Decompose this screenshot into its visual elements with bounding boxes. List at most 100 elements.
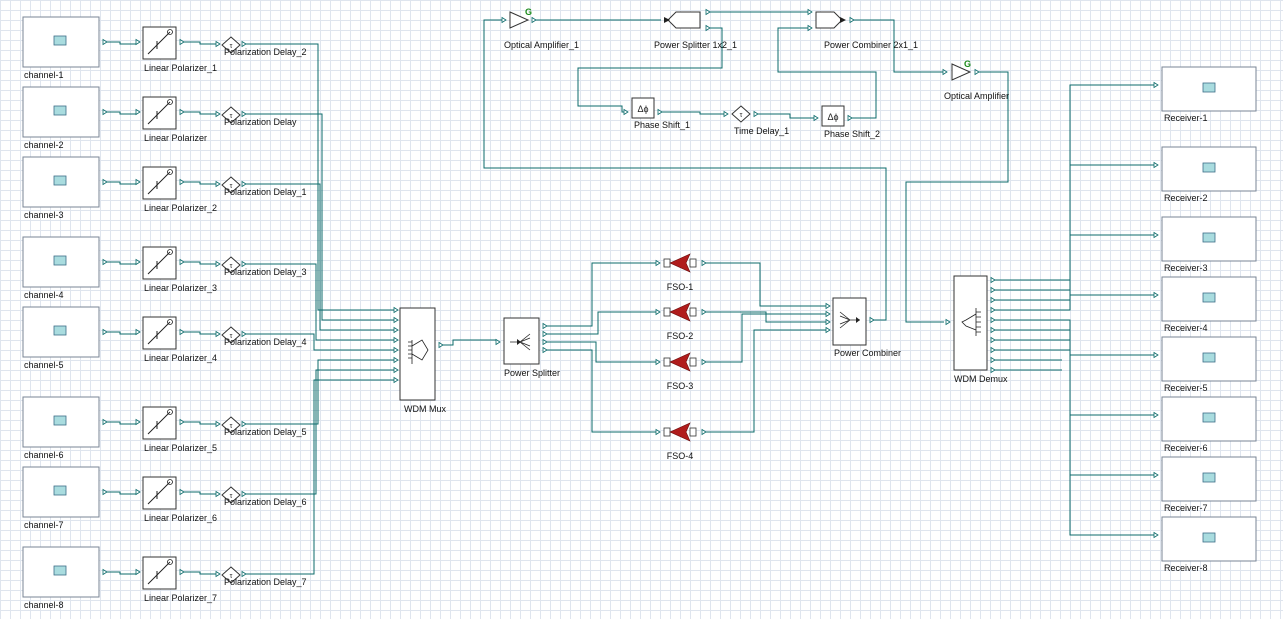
demux-to-receiver-wire — [995, 349, 1154, 536]
fso-beam-icon[interactable] — [669, 253, 691, 273]
monitor-icon — [53, 565, 67, 576]
port-icon — [945, 318, 951, 326]
polarizer-label: Linear Polarizer_3 — [144, 283, 217, 293]
fso-output-connector-icon — [689, 258, 697, 268]
monitor-icon — [1202, 412, 1216, 423]
port-icon — [990, 306, 996, 314]
monitor-icon — [53, 415, 67, 426]
phase1-to-delay-wire — [662, 111, 725, 115]
receiver-label: Receiver-5 — [1164, 383, 1208, 393]
delay-label: Polarization Delay_6 — [224, 497, 307, 507]
fso-label: FSO-2 — [667, 331, 694, 341]
port-icon — [241, 570, 247, 578]
delay-label: Polarization Delay_3 — [224, 267, 307, 277]
port-icon — [655, 358, 661, 366]
port-icon — [215, 570, 221, 578]
fso-output-connector-icon — [689, 307, 697, 317]
port-icon — [542, 330, 548, 338]
monitor-icon — [53, 175, 67, 186]
delay-label: Polarization Delay_4 — [224, 337, 307, 347]
port-icon — [542, 338, 548, 346]
port-icon — [179, 568, 185, 576]
port-icon — [990, 366, 996, 374]
wdm-demux-block[interactable] — [953, 275, 988, 371]
port-icon — [179, 258, 185, 266]
port-icon — [1153, 351, 1159, 359]
port-icon — [102, 108, 108, 116]
port-icon — [807, 24, 813, 32]
port-icon — [102, 38, 108, 46]
port-icon — [657, 108, 663, 116]
monitor-icon — [53, 255, 67, 266]
fso-beam-icon[interactable] — [669, 422, 691, 442]
power-splitter-1x2-label: Power Splitter 1x2_1 — [654, 40, 737, 50]
demux-to-receiver-wire — [995, 164, 1154, 291]
polarizer-to-delay-wire — [184, 111, 217, 115]
port-icon — [215, 260, 221, 268]
port-icon — [849, 16, 855, 24]
polarizer-to-delay-wire — [184, 261, 217, 265]
channel-to-polarizer-wire — [107, 571, 137, 575]
port-icon — [215, 490, 221, 498]
port-icon — [990, 296, 996, 304]
port-icon — [179, 488, 185, 496]
port-icon — [393, 306, 399, 314]
channel-to-polarizer-wire — [107, 111, 137, 115]
port-icon — [990, 346, 996, 354]
wdm-mux-block[interactable] — [399, 307, 436, 401]
port-icon — [135, 488, 141, 496]
fso-input-connector-icon — [663, 357, 671, 367]
optical-amplifier-1-label: Optical Amplifier_1 — [504, 40, 579, 50]
splitter-1x2-arrow-icon — [664, 17, 670, 23]
phase-shift-2-label: Phase Shift_2 — [824, 129, 880, 139]
port-icon — [241, 110, 247, 118]
port-icon — [990, 276, 996, 284]
wdm-demux-label: WDM Demux — [954, 374, 1008, 384]
port-icon — [869, 316, 875, 324]
port-icon — [135, 38, 141, 46]
power-splitter-1x2-block[interactable] — [667, 11, 701, 29]
port-icon — [990, 326, 996, 334]
fso-input-connector-icon — [663, 258, 671, 268]
power-combiner-block[interactable] — [832, 297, 867, 346]
fso-beam-icon[interactable] — [669, 302, 691, 322]
delay-to-mux-wire — [246, 379, 396, 575]
delay-label: Polarization Delay_5 — [224, 427, 307, 437]
monitor-icon — [1202, 162, 1216, 173]
port-icon — [825, 326, 831, 334]
port-icon — [990, 316, 996, 324]
port-icon — [393, 356, 399, 364]
schematic-canvas: channel-1 Linear Polarizer_1 τ Polarization… — [0, 0, 1283, 619]
port-icon — [241, 420, 247, 428]
port-icon — [723, 110, 729, 118]
polarizer-label: Linear Polarizer_5 — [144, 443, 217, 453]
fso-label: FSO-3 — [667, 381, 694, 391]
fso-beam-icon[interactable] — [669, 352, 691, 372]
power-combiner-label: Power Combiner — [834, 348, 901, 358]
power-combiner-2x1-block[interactable] — [815, 11, 843, 29]
wdm-mux-label: WDM Mux — [404, 404, 446, 414]
port-icon — [990, 336, 996, 344]
port-icon — [179, 178, 185, 186]
monitor-icon — [1202, 232, 1216, 243]
port-icon — [241, 40, 247, 48]
port-icon — [813, 114, 819, 122]
fso4-to-combiner-wire — [706, 329, 826, 433]
polarizer-to-delay-wire — [184, 41, 217, 45]
port-icon — [393, 376, 399, 384]
splitter-to-fso1-wire — [547, 262, 657, 327]
delay-to-mux-wire — [246, 113, 396, 321]
port-icon — [705, 24, 711, 32]
fso-output-connector-icon — [689, 357, 697, 367]
port-icon — [241, 490, 247, 498]
port-icon — [501, 16, 507, 24]
port-icon — [1153, 411, 1159, 419]
receiver-label: Receiver-8 — [1164, 563, 1208, 573]
port-icon — [705, 8, 711, 16]
monitor-icon — [53, 485, 67, 496]
polarizer-to-delay-wire — [184, 491, 217, 495]
monitor-icon — [1202, 532, 1216, 543]
port-icon — [825, 302, 831, 310]
port-icon — [990, 286, 996, 294]
channel-label: channel-4 — [24, 290, 64, 300]
